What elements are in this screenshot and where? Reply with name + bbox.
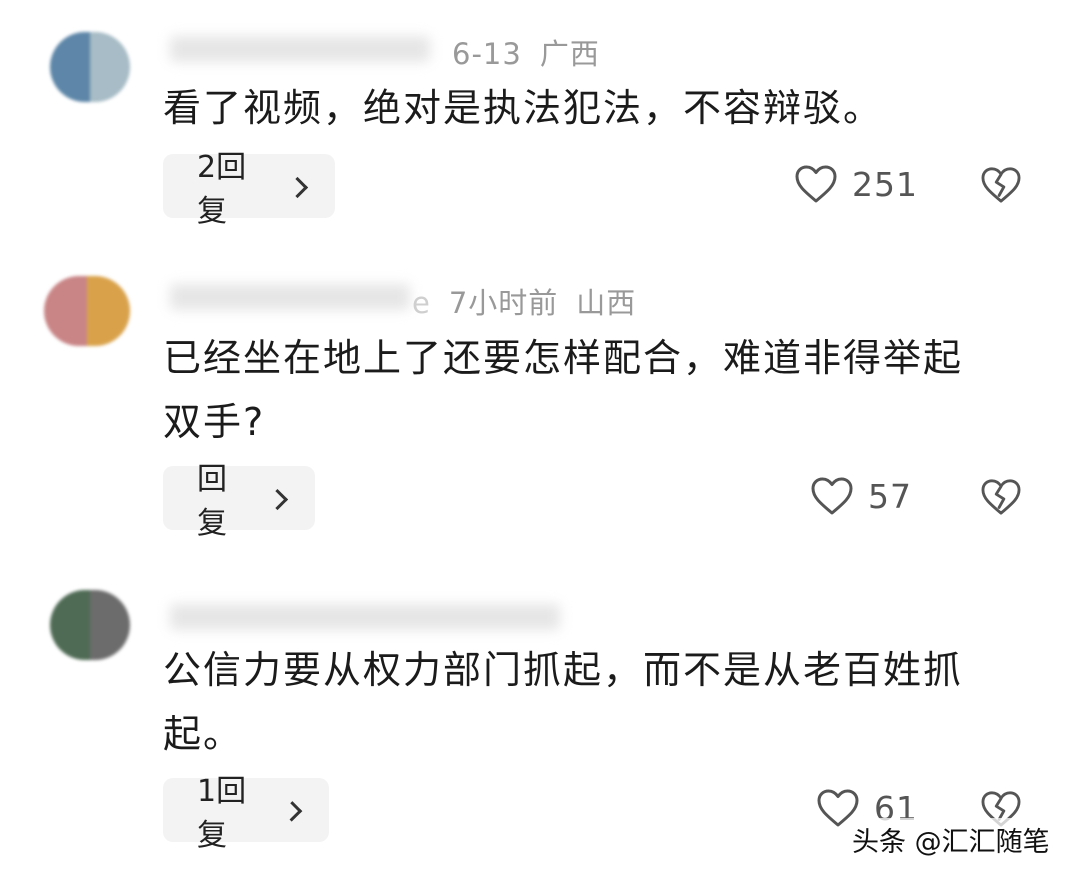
reply-button[interactable]: 1回复 bbox=[163, 774, 329, 853]
comment-meta: e 7小时前 山西 bbox=[412, 280, 636, 322]
avatar[interactable] bbox=[50, 590, 130, 660]
reply-label: 2回复 bbox=[197, 150, 247, 229]
broken-heart-icon bbox=[981, 167, 1021, 203]
chevron-right-icon bbox=[281, 800, 303, 822]
avatar[interactable] bbox=[44, 276, 130, 346]
chevron-right-icon bbox=[267, 488, 289, 510]
avatar[interactable] bbox=[50, 32, 130, 102]
comment-meta-prefix: e bbox=[412, 286, 431, 320]
comment-text: 公信力要从权力部门抓起，而不是从老百姓抓起。 bbox=[163, 648, 964, 756]
username-blurred[interactable] bbox=[170, 36, 430, 62]
username-blurred[interactable] bbox=[170, 604, 560, 630]
comment-date: 7小时前 bbox=[448, 286, 559, 320]
comment-text: 已经坐在地上了还要怎样配合，难道非得举起双手? bbox=[163, 336, 964, 444]
chevron-right-icon bbox=[286, 176, 309, 198]
reply-label: 回复 bbox=[197, 462, 227, 541]
reply-button[interactable]: 2回复 bbox=[163, 150, 335, 229]
username-blurred[interactable] bbox=[170, 284, 410, 310]
comment-date: 6-13 bbox=[452, 37, 522, 71]
comment-location: 山西 bbox=[576, 286, 637, 320]
reply-label: 1回复 bbox=[197, 774, 247, 853]
source-watermark: 头条 @汇汇随笔 bbox=[848, 818, 1054, 861]
dislike-button[interactable] bbox=[980, 478, 1022, 520]
like-count: 57 bbox=[868, 476, 912, 516]
like-count: 251 bbox=[852, 164, 918, 204]
broken-heart-icon bbox=[981, 479, 1021, 515]
comment-location: 广西 bbox=[539, 37, 600, 71]
like-button[interactable]: 57 bbox=[810, 476, 912, 516]
comment-meta: 6-13 广西 bbox=[452, 31, 600, 73]
comment-text: 看了视频，绝对是执法犯法，不容辩驳。 bbox=[163, 86, 884, 130]
heart-outline-icon bbox=[811, 477, 853, 515]
dislike-button[interactable] bbox=[980, 166, 1022, 208]
reply-button[interactable]: 回复 bbox=[163, 462, 315, 541]
like-button[interactable]: 251 bbox=[794, 164, 918, 204]
heart-outline-icon bbox=[795, 165, 837, 203]
